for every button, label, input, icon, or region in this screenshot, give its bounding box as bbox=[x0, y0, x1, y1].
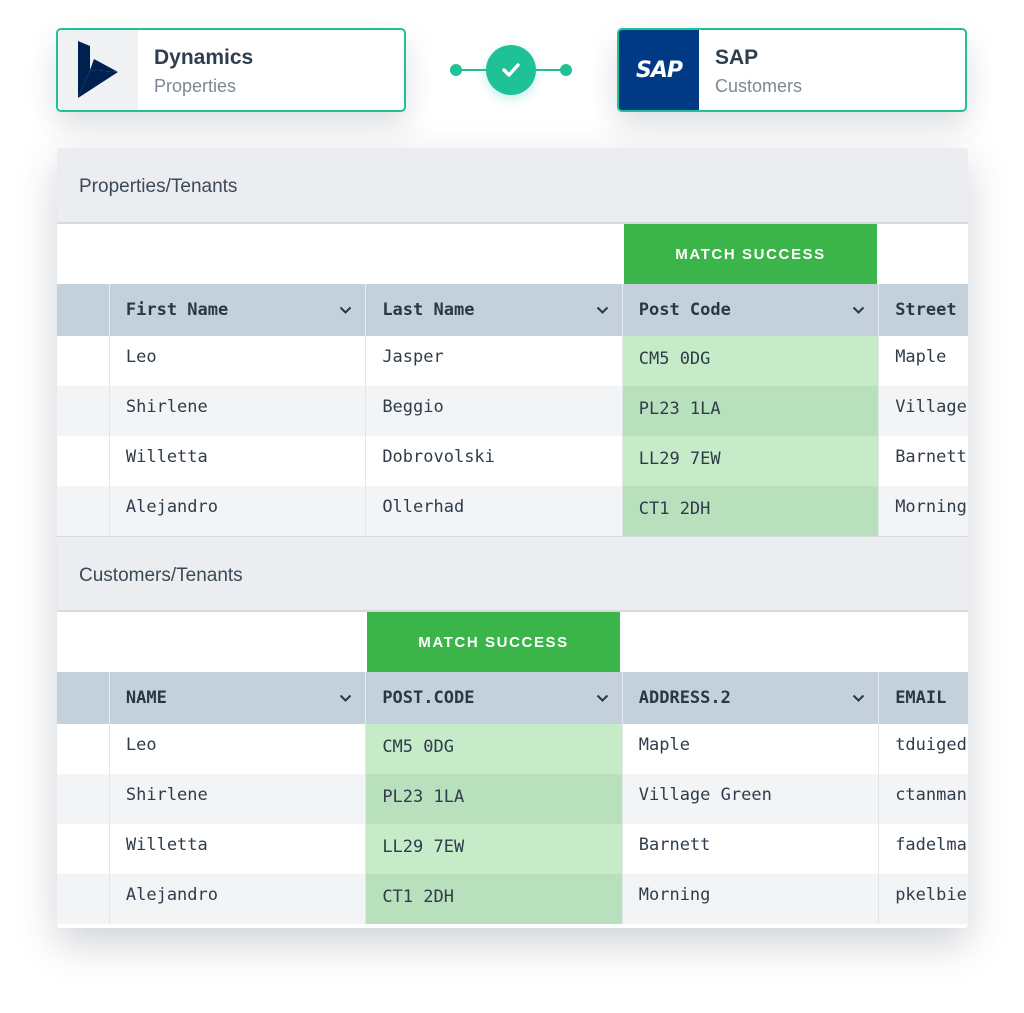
table-cell: Barnett bbox=[878, 436, 968, 486]
table-cell: Dobrovolski bbox=[365, 436, 621, 486]
chevron-down-icon[interactable] bbox=[339, 672, 353, 724]
table-cell: Leo bbox=[108, 724, 365, 774]
chevron-down-icon[interactable] bbox=[339, 284, 353, 336]
column-header-label: POST.CODE bbox=[382, 688, 475, 708]
table-cell: Morning bbox=[621, 874, 878, 924]
source-connector-title: Dynamics bbox=[154, 46, 254, 69]
matched-cell: CT1 2DH bbox=[365, 874, 622, 924]
section-title-properties: Properties/Tenants bbox=[57, 148, 968, 224]
column-header-label: EMAIL bbox=[895, 688, 947, 708]
table-cell: Leo bbox=[108, 336, 365, 386]
customers-table: NAME POST.CODE ADDRESS.2 EMAIL Leo CM5 0… bbox=[57, 672, 968, 924]
chevron-down-icon[interactable] bbox=[596, 284, 610, 336]
table-cell: Shirlene bbox=[108, 386, 365, 436]
column-header-label: NAME bbox=[125, 688, 167, 708]
table-header-row: First Name Last Name Post Code Street bbox=[57, 284, 968, 336]
table-row[interactable]: Willetta LL29 7EW Barnett fadelma bbox=[57, 824, 968, 874]
source-connector-subtitle: Properties bbox=[154, 76, 237, 96]
row-handle bbox=[57, 436, 109, 486]
connection-link bbox=[450, 45, 572, 95]
table-cell: fadelma bbox=[878, 824, 968, 874]
mapping-panel: Properties/Tenants MATCH SUCCESS First N… bbox=[57, 148, 968, 928]
matched-cell: LL29 7EW bbox=[621, 436, 879, 486]
table-row[interactable]: Leo Jasper CM5 0DG Maple bbox=[57, 336, 968, 386]
matched-cell: CM5 0DG bbox=[621, 336, 879, 386]
table-row[interactable]: Shirlene PL23 1LA Village Green ctanman bbox=[57, 774, 968, 824]
row-handle bbox=[57, 874, 109, 924]
link-dot-right bbox=[560, 64, 572, 76]
sap-logo: SAP bbox=[619, 30, 699, 110]
target-connector-subtitle: Customers bbox=[715, 76, 803, 96]
column-header-label: ADDRESS.2 bbox=[638, 688, 731, 708]
source-connector-card[interactable]: Dynamics Properties bbox=[56, 28, 406, 112]
table-cell: Morning bbox=[878, 486, 968, 536]
column-header-post-code[interactable]: Post Code bbox=[621, 284, 878, 336]
column-header-label: Last Name bbox=[382, 300, 475, 320]
table-cell: Shirlene bbox=[108, 774, 365, 824]
table-cell: Barnett bbox=[621, 824, 878, 874]
section-title-customers: Customers/Tenants bbox=[57, 536, 968, 612]
table-row[interactable]: Shirlene Beggio PL23 1LA Village bbox=[57, 386, 968, 436]
matched-cell: PL23 1LA bbox=[621, 386, 879, 436]
link-dot-left bbox=[450, 64, 462, 76]
column-header-label: Post Code bbox=[638, 300, 731, 320]
column-header-label: Street bbox=[895, 300, 957, 320]
table-cell: Jasper bbox=[365, 336, 621, 386]
table-cell: Village bbox=[878, 386, 968, 436]
row-handle bbox=[57, 336, 109, 386]
column-header-label: First Name bbox=[125, 300, 229, 320]
row-handle bbox=[57, 724, 109, 774]
column-header-name[interactable]: NAME bbox=[108, 672, 365, 724]
table-cell: Alejandro bbox=[108, 874, 365, 924]
row-handle bbox=[57, 386, 109, 436]
table-cell: pkelbie bbox=[878, 874, 968, 924]
table-cell: Village Green bbox=[621, 774, 878, 824]
row-handle-header bbox=[57, 284, 109, 336]
table-cell: Beggio bbox=[365, 386, 621, 436]
target-connector-card[interactable]: SAP SAP Customers bbox=[617, 28, 967, 112]
row-handle-header bbox=[57, 672, 109, 724]
table-cell: Willetta bbox=[108, 436, 365, 486]
badge-row: MATCH SUCCESS bbox=[57, 224, 968, 284]
table-row[interactable]: Leo CM5 0DG Maple tduiged bbox=[57, 724, 968, 774]
table-row[interactable]: Willetta Dobrovolski LL29 7EW Barnett bbox=[57, 436, 968, 486]
matched-cell: LL29 7EW bbox=[365, 824, 622, 874]
matched-cell: CT1 2DH bbox=[621, 486, 879, 536]
column-header-address-2[interactable]: ADDRESS.2 bbox=[621, 672, 878, 724]
column-header-post-code[interactable]: POST.CODE bbox=[365, 672, 621, 724]
matched-cell: PL23 1LA bbox=[365, 774, 622, 824]
table-row[interactable]: Alejandro Ollerhad CT1 2DH Morning bbox=[57, 486, 968, 536]
target-connector-title: SAP bbox=[715, 46, 759, 69]
chevron-down-icon[interactable] bbox=[596, 672, 610, 724]
table-header-row: NAME POST.CODE ADDRESS.2 EMAIL bbox=[57, 672, 968, 724]
table-cell: ctanman bbox=[878, 774, 968, 824]
column-header-last-name[interactable]: Last Name bbox=[365, 284, 621, 336]
badge-row: MATCH SUCCESS bbox=[57, 612, 968, 672]
table-row[interactable]: Alejandro CT1 2DH Morning pkelbie bbox=[57, 874, 968, 924]
properties-table: First Name Last Name Post Code Street Le… bbox=[57, 284, 968, 536]
check-icon bbox=[486, 45, 536, 95]
row-handle bbox=[57, 486, 109, 536]
table-cell: Maple bbox=[878, 336, 968, 386]
column-header-street[interactable]: Street bbox=[878, 284, 968, 336]
table-cell: tduiged bbox=[878, 724, 968, 774]
dynamics-logo-icon bbox=[78, 41, 118, 98]
sap-logo-text: SAP bbox=[636, 57, 683, 83]
row-handle bbox=[57, 824, 109, 874]
match-success-badge: MATCH SUCCESS bbox=[624, 224, 877, 284]
dynamics-logo bbox=[58, 30, 138, 110]
table-cell: Maple bbox=[621, 724, 878, 774]
chevron-down-icon[interactable] bbox=[852, 672, 866, 724]
matched-cell: CM5 0DG bbox=[365, 724, 622, 774]
column-header-email[interactable]: EMAIL bbox=[878, 672, 968, 724]
table-cell: Alejandro bbox=[108, 486, 365, 536]
row-handle bbox=[57, 774, 109, 824]
column-header-first-name[interactable]: First Name bbox=[108, 284, 365, 336]
match-success-badge: MATCH SUCCESS bbox=[367, 612, 620, 672]
table-cell: Willetta bbox=[108, 824, 365, 874]
table-cell: Ollerhad bbox=[365, 486, 621, 536]
chevron-down-icon[interactable] bbox=[852, 284, 866, 336]
